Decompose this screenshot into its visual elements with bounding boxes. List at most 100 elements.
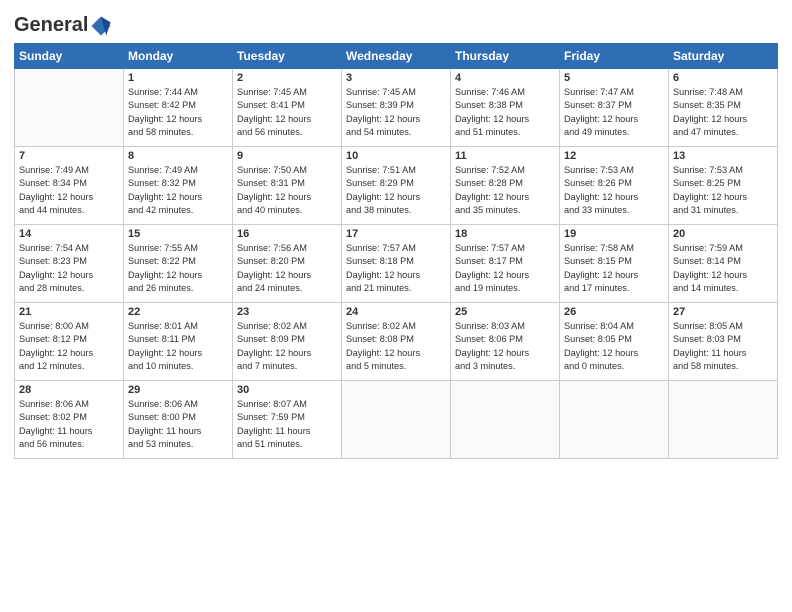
day-number: 14 [19, 228, 119, 240]
calendar-cell: 3 Sunrise: 7:45 AMSunset: 8:39 PMDaylight… [342, 69, 451, 147]
cell-info: Sunrise: 8:02 AMSunset: 8:08 PMDaylight:… [346, 321, 420, 371]
calendar-cell: 26 Sunrise: 8:04 AMSunset: 8:05 PMDayligh… [560, 303, 669, 381]
calendar-cell: 23 Sunrise: 8:02 AMSunset: 8:09 PMDayligh… [233, 303, 342, 381]
day-number: 30 [237, 384, 337, 396]
calendar-cell [15, 69, 124, 147]
cell-info: Sunrise: 7:45 AMSunset: 8:41 PMDaylight:… [237, 87, 311, 137]
day-number: 26 [564, 306, 664, 318]
weekday-header-thursday: Thursday [451, 44, 560, 69]
cell-info: Sunrise: 8:07 AMSunset: 7:59 PMDaylight:… [237, 399, 310, 449]
cell-info: Sunrise: 8:05 AMSunset: 8:03 PMDaylight:… [673, 321, 746, 371]
day-number: 13 [673, 150, 773, 162]
calendar-cell: 15 Sunrise: 7:55 AMSunset: 8:22 PMDayligh… [124, 225, 233, 303]
weekday-header-friday: Friday [560, 44, 669, 69]
cell-info: Sunrise: 7:49 AMSunset: 8:32 PMDaylight:… [128, 165, 202, 215]
cell-info: Sunrise: 7:57 AMSunset: 8:17 PMDaylight:… [455, 243, 529, 293]
calendar-cell: 20Sunrise: 7:59 AMSunset: 8:14 PMDayligh… [669, 225, 778, 303]
week-row-5: 28Sunrise: 8:06 AMSunset: 8:02 PMDayligh… [15, 381, 778, 459]
calendar-cell: 24 Sunrise: 8:02 AMSunset: 8:08 PMDayligh… [342, 303, 451, 381]
calendar-cell: 10 Sunrise: 7:51 AMSunset: 8:29 PMDayligh… [342, 147, 451, 225]
day-number: 28 [19, 384, 119, 396]
week-row-4: 21Sunrise: 8:00 AMSunset: 8:12 PMDayligh… [15, 303, 778, 381]
weekday-header-row: SundayMondayTuesdayWednesdayThursdayFrid… [15, 44, 778, 69]
day-number: 9 [237, 150, 337, 162]
day-number: 17 [346, 228, 446, 240]
cell-info: Sunrise: 8:03 AMSunset: 8:06 PMDaylight:… [455, 321, 529, 371]
day-number: 4 [455, 72, 555, 84]
calendar-cell: 29 Sunrise: 8:06 AMSunset: 8:00 PMDayligh… [124, 381, 233, 459]
calendar-cell: 17 Sunrise: 7:57 AMSunset: 8:18 PMDayligh… [342, 225, 451, 303]
day-number: 12 [564, 150, 664, 162]
cell-info: Sunrise: 7:56 AMSunset: 8:20 PMDaylight:… [237, 243, 311, 293]
day-number: 3 [346, 72, 446, 84]
weekday-header-sunday: Sunday [15, 44, 124, 69]
logo: General [14, 14, 112, 37]
day-number: 24 [346, 306, 446, 318]
calendar-cell [451, 381, 560, 459]
day-number: 2 [237, 72, 337, 84]
cell-info: Sunrise: 7:49 AMSunset: 8:34 PMDaylight:… [19, 165, 93, 215]
weekday-header-wednesday: Wednesday [342, 44, 451, 69]
calendar-cell: 1 Sunrise: 7:44 AMSunset: 8:42 PMDaylight… [124, 69, 233, 147]
cell-info: Sunrise: 7:54 AMSunset: 8:23 PMDaylight:… [19, 243, 93, 293]
day-number: 1 [128, 72, 228, 84]
day-number: 27 [673, 306, 773, 318]
header: General [14, 10, 778, 37]
calendar-cell: 4 Sunrise: 7:46 AMSunset: 8:38 PMDaylight… [451, 69, 560, 147]
day-number: 23 [237, 306, 337, 318]
calendar-cell: 19 Sunrise: 7:58 AMSunset: 8:15 PMDayligh… [560, 225, 669, 303]
cell-info: Sunrise: 7:53 AMSunset: 8:26 PMDaylight:… [564, 165, 638, 215]
day-number: 8 [128, 150, 228, 162]
cell-info: Sunrise: 7:52 AMSunset: 8:28 PMDaylight:… [455, 165, 529, 215]
logo-text: General [14, 14, 112, 37]
calendar-cell: 16Sunrise: 7:56 AMSunset: 8:20 PMDayligh… [233, 225, 342, 303]
calendar-cell: 8 Sunrise: 7:49 AMSunset: 8:32 PMDaylight… [124, 147, 233, 225]
weekday-header-saturday: Saturday [669, 44, 778, 69]
cell-info: Sunrise: 8:06 AMSunset: 8:00 PMDaylight:… [128, 399, 201, 449]
day-number: 11 [455, 150, 555, 162]
day-number: 29 [128, 384, 228, 396]
day-number: 19 [564, 228, 664, 240]
calendar-cell [560, 381, 669, 459]
day-number: 15 [128, 228, 228, 240]
day-number: 22 [128, 306, 228, 318]
cell-info: Sunrise: 7:48 AMSunset: 8:35 PMDaylight:… [673, 87, 747, 137]
cell-info: Sunrise: 8:04 AMSunset: 8:05 PMDaylight:… [564, 321, 638, 371]
day-number: 6 [673, 72, 773, 84]
weekday-header-tuesday: Tuesday [233, 44, 342, 69]
cell-info: Sunrise: 7:44 AMSunset: 8:42 PMDaylight:… [128, 87, 202, 137]
cell-info: Sunrise: 7:53 AMSunset: 8:25 PMDaylight:… [673, 165, 747, 215]
calendar-cell [342, 381, 451, 459]
cell-info: Sunrise: 8:01 AMSunset: 8:11 PMDaylight:… [128, 321, 202, 371]
cell-info: Sunrise: 8:02 AMSunset: 8:09 PMDaylight:… [237, 321, 311, 371]
day-number: 7 [19, 150, 119, 162]
cell-info: Sunrise: 7:46 AMSunset: 8:38 PMDaylight:… [455, 87, 529, 137]
calendar-table: SundayMondayTuesdayWednesdayThursdayFrid… [14, 43, 778, 459]
cell-info: Sunrise: 7:58 AMSunset: 8:15 PMDaylight:… [564, 243, 638, 293]
cell-info: Sunrise: 7:59 AMSunset: 8:14 PMDaylight:… [673, 243, 747, 293]
calendar-cell: 18 Sunrise: 7:57 AMSunset: 8:17 PMDayligh… [451, 225, 560, 303]
calendar-cell: 13 Sunrise: 7:53 AMSunset: 8:25 PMDayligh… [669, 147, 778, 225]
cell-info: Sunrise: 7:57 AMSunset: 8:18 PMDaylight:… [346, 243, 420, 293]
calendar-cell: 12 Sunrise: 7:53 AMSunset: 8:26 PMDayligh… [560, 147, 669, 225]
day-number: 18 [455, 228, 555, 240]
weekday-header-monday: Monday [124, 44, 233, 69]
cell-info: Sunrise: 8:00 AMSunset: 8:12 PMDaylight:… [19, 321, 93, 371]
day-number: 10 [346, 150, 446, 162]
calendar-cell: 27 Sunrise: 8:05 AMSunset: 8:03 PMDayligh… [669, 303, 778, 381]
cell-info: Sunrise: 7:45 AMSunset: 8:39 PMDaylight:… [346, 87, 420, 137]
cell-info: Sunrise: 7:55 AMSunset: 8:22 PMDaylight:… [128, 243, 202, 293]
cell-info: Sunrise: 7:50 AMSunset: 8:31 PMDaylight:… [237, 165, 311, 215]
cell-info: Sunrise: 7:47 AMSunset: 8:37 PMDaylight:… [564, 87, 638, 137]
calendar-cell: 5Sunrise: 7:47 AMSunset: 8:37 PMDaylight… [560, 69, 669, 147]
calendar-cell: 22 Sunrise: 8:01 AMSunset: 8:11 PMDayligh… [124, 303, 233, 381]
calendar-cell: 28Sunrise: 8:06 AMSunset: 8:02 PMDayligh… [15, 381, 124, 459]
calendar-cell: 30 Sunrise: 8:07 AMSunset: 7:59 PMDayligh… [233, 381, 342, 459]
cell-info: Sunrise: 7:51 AMSunset: 8:29 PMDaylight:… [346, 165, 420, 215]
page-container: General SundayMondayTuesdayWednesdayThur… [0, 0, 792, 612]
week-row-3: 14 Sunrise: 7:54 AMSunset: 8:23 PMDayligh… [15, 225, 778, 303]
calendar-cell: 11 Sunrise: 7:52 AMSunset: 8:28 PMDayligh… [451, 147, 560, 225]
day-number: 25 [455, 306, 555, 318]
calendar-cell: 14 Sunrise: 7:54 AMSunset: 8:23 PMDayligh… [15, 225, 124, 303]
calendar-cell: 7 Sunrise: 7:49 AMSunset: 8:34 PMDaylight… [15, 147, 124, 225]
